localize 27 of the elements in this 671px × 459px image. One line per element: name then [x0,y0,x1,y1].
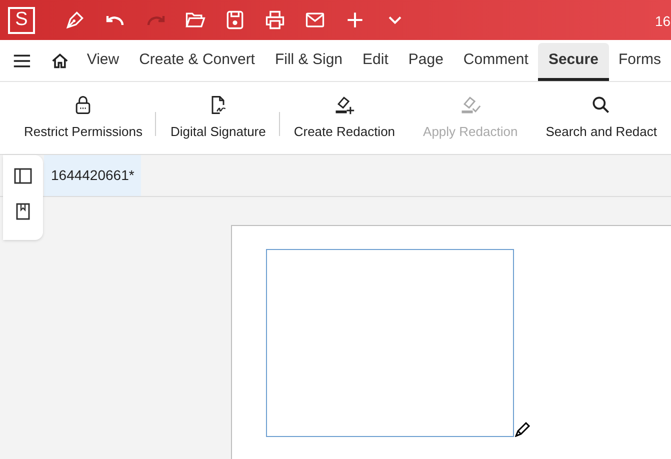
menu-tab[interactable]: Page [398,42,454,80]
lock-button[interactable]: Restrict Permissions [10,94,156,142]
undo-icon [106,14,124,26]
menu-tab[interactable]: Forms [608,42,671,80]
printer-icon [264,9,286,31]
sidebar-toggle-icon[interactable] [14,168,32,184]
app-logo: S [8,6,35,34]
menu-tab[interactable]: Secure [538,42,608,80]
document-tab[interactable]: 1644420661* [44,155,142,196]
eraser-check-icon [459,94,482,116]
save-icon [224,9,246,31]
menu-tab[interactable]: View [76,42,130,80]
menu-tab[interactable]: Fill & Sign [264,42,353,80]
eraser-plus-icon [333,94,356,116]
search-button[interactable]: Search and Redact [532,94,671,142]
bookmark-icon[interactable] [16,203,30,220]
pen-nib-icon [64,9,86,31]
home-icon[interactable] [50,50,69,70]
signed-document-button[interactable]: Digital Signature [156,94,280,142]
redo-icon [146,14,164,26]
menu-tab[interactable]: Create & Convert [129,42,265,80]
menu-tab[interactable]: Edit [352,42,398,80]
menu-tab[interactable]: Comment [453,42,538,80]
menu-icon[interactable] [13,52,31,68]
eraser-plus-button[interactable]: Create Redaction [280,94,410,142]
pen-cursor-icon [515,421,531,437]
window-title: 16 [655,12,671,31]
